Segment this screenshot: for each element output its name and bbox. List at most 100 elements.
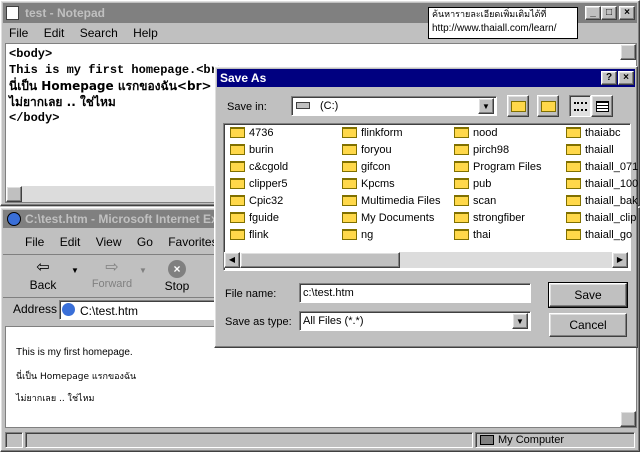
type-dropdown-icon[interactable]: ▼ [512,313,528,329]
folder-item[interactable]: fguide [230,210,279,227]
filename-value: c:\test.htm [303,287,354,299]
folder-item[interactable]: pirch98 [454,142,509,159]
folder-item[interactable]: flinkform [342,125,403,142]
folder-item[interactable]: My Documents [342,210,434,227]
up-one-level-button[interactable] [507,95,529,117]
ie-menu-file[interactable]: File [25,235,44,249]
address-field[interactable]: C:\test.htm [59,300,219,320]
notepad-line: </body> [9,111,60,125]
ie-menu-go[interactable]: Go [137,235,153,249]
dialog-titlebar[interactable]: Save As ? × [217,69,635,87]
ie-menu-edit[interactable]: Edit [60,235,81,249]
back-arrow-icon: ⇦ [36,259,50,276]
maximize-button[interactable]: □ [601,6,617,20]
menu-search[interactable]: Search [80,26,118,40]
folder-item[interactable]: strongfiber [454,210,525,227]
folder-item[interactable]: Program Files [454,159,541,176]
folder-item[interactable]: flink [230,227,269,244]
status-main [25,432,473,448]
folder-item[interactable]: thaiall_clip [566,210,636,227]
notepad-icon [6,6,19,20]
notepad-line: This is my first homepage.<br> [9,63,226,77]
folder-item[interactable]: thaiall_100 [566,176,638,193]
details-view-icon [596,101,609,112]
help-button[interactable]: ? [601,71,617,85]
scroll-thumb[interactable] [240,252,400,268]
back-button[interactable]: ⇦ Back [23,258,63,296]
folder-item[interactable]: nood [454,125,497,142]
forward-button[interactable]: ⇨ Forward [89,258,135,296]
folder-item[interactable]: burin [230,142,273,159]
type-value: All Files (*.*) [303,315,364,327]
save-in-select[interactable]: (C:) ▼ [291,96,497,116]
folder-item[interactable]: c&cgold [230,159,288,176]
folder-icon [454,143,469,155]
dialog-close-button[interactable]: × [618,71,634,85]
folder-icon [230,143,245,155]
notepad-hscroll-left[interactable] [6,186,22,202]
save-as-dialog: Save As ? × Save in: (C:) ▼ 4736 burin c… [214,66,638,348]
computer-icon [480,435,494,445]
close-button[interactable]: × [619,6,635,20]
type-label: Save as type: [225,316,292,328]
forward-dropdown-icon[interactable]: ▼ [139,266,147,275]
folder-item[interactable]: clipper5 [230,176,288,193]
notepad-menubar: File Edit Search Help [9,26,170,40]
drive-icon [296,102,310,109]
folder-icon [342,143,357,155]
stop-button[interactable]: × Stop [157,258,197,296]
content-line: This is my first homepage. [16,347,133,358]
minimize-button[interactable]: _ [585,6,601,20]
folder-icon [454,211,469,223]
folder-icon [342,228,357,240]
scroll-right-button[interactable]: ▶ [612,252,628,268]
folder-icon [342,126,357,138]
address-label: Address [13,302,58,316]
type-select[interactable]: All Files (*.*) ▼ [299,311,531,331]
details-view-button[interactable] [591,95,613,117]
folder-item[interactable]: foryou [342,142,392,159]
ie-vscroll-down[interactable] [620,411,636,427]
folder-item[interactable]: gifcon [342,159,390,176]
folder-item[interactable]: Kpcms [342,176,395,193]
folder-item[interactable]: Multimedia Files [342,193,440,210]
ie-menu-favorites[interactable]: Favorites [168,235,217,249]
banner-line1: ค้นหารายละเอียดเพิ่มเติมได้ที่ [432,10,547,20]
folder-item[interactable]: thaiabc [566,125,620,142]
folder-item[interactable]: Cpic32 [230,193,283,210]
back-dropdown-icon[interactable]: ▼ [71,266,79,275]
notepad-line: ไม่ยากเลย .. ใช่ไหม [9,95,116,109]
forward-arrow-icon: ⇨ [105,259,119,276]
menu-file[interactable]: File [9,26,28,40]
notepad-vscroll-up[interactable] [620,44,636,60]
ie-menu-view[interactable]: View [96,235,122,249]
folder-item[interactable]: thaiall_go [566,227,632,244]
save-in-dropdown-icon[interactable]: ▼ [478,98,494,114]
folder-item[interactable]: ng [342,227,373,244]
scroll-left-button[interactable]: ◀ [224,252,240,268]
menu-edit[interactable]: Edit [44,26,65,40]
folder-item[interactable]: scan [454,193,496,210]
folder-item[interactable]: thaiall_071 [566,159,638,176]
folder-icon [230,194,245,206]
folder-item[interactable]: thaiall [566,142,614,159]
file-list[interactable]: 4736 burin c&cgold clipper5 Cpic32 fguid… [223,123,638,271]
stop-icon: × [168,260,186,278]
status-icon-cell [5,432,23,448]
folder-item[interactable]: thai [454,227,491,244]
cancel-button[interactable]: Cancel [549,313,627,337]
list-view-button[interactable] [569,95,591,117]
address-value: C:\test.htm [80,304,139,318]
forward-label: Forward [91,278,133,290]
folder-item[interactable]: 4736 [230,125,273,142]
folder-item[interactable]: thaiall_bak [566,193,638,210]
save-button[interactable]: Save [548,282,628,308]
filename-label: File name: [225,288,277,300]
new-folder-button[interactable] [537,95,559,117]
menu-help[interactable]: Help [133,26,158,40]
notepad-line: นี่เป็น Homepage แรกของฉัน<br> [9,79,212,93]
filename-input[interactable]: c:\test.htm [299,283,531,303]
folder-icon [566,126,581,138]
ie-statusbar: My Computer [3,430,637,450]
folder-item[interactable]: pub [454,176,491,193]
